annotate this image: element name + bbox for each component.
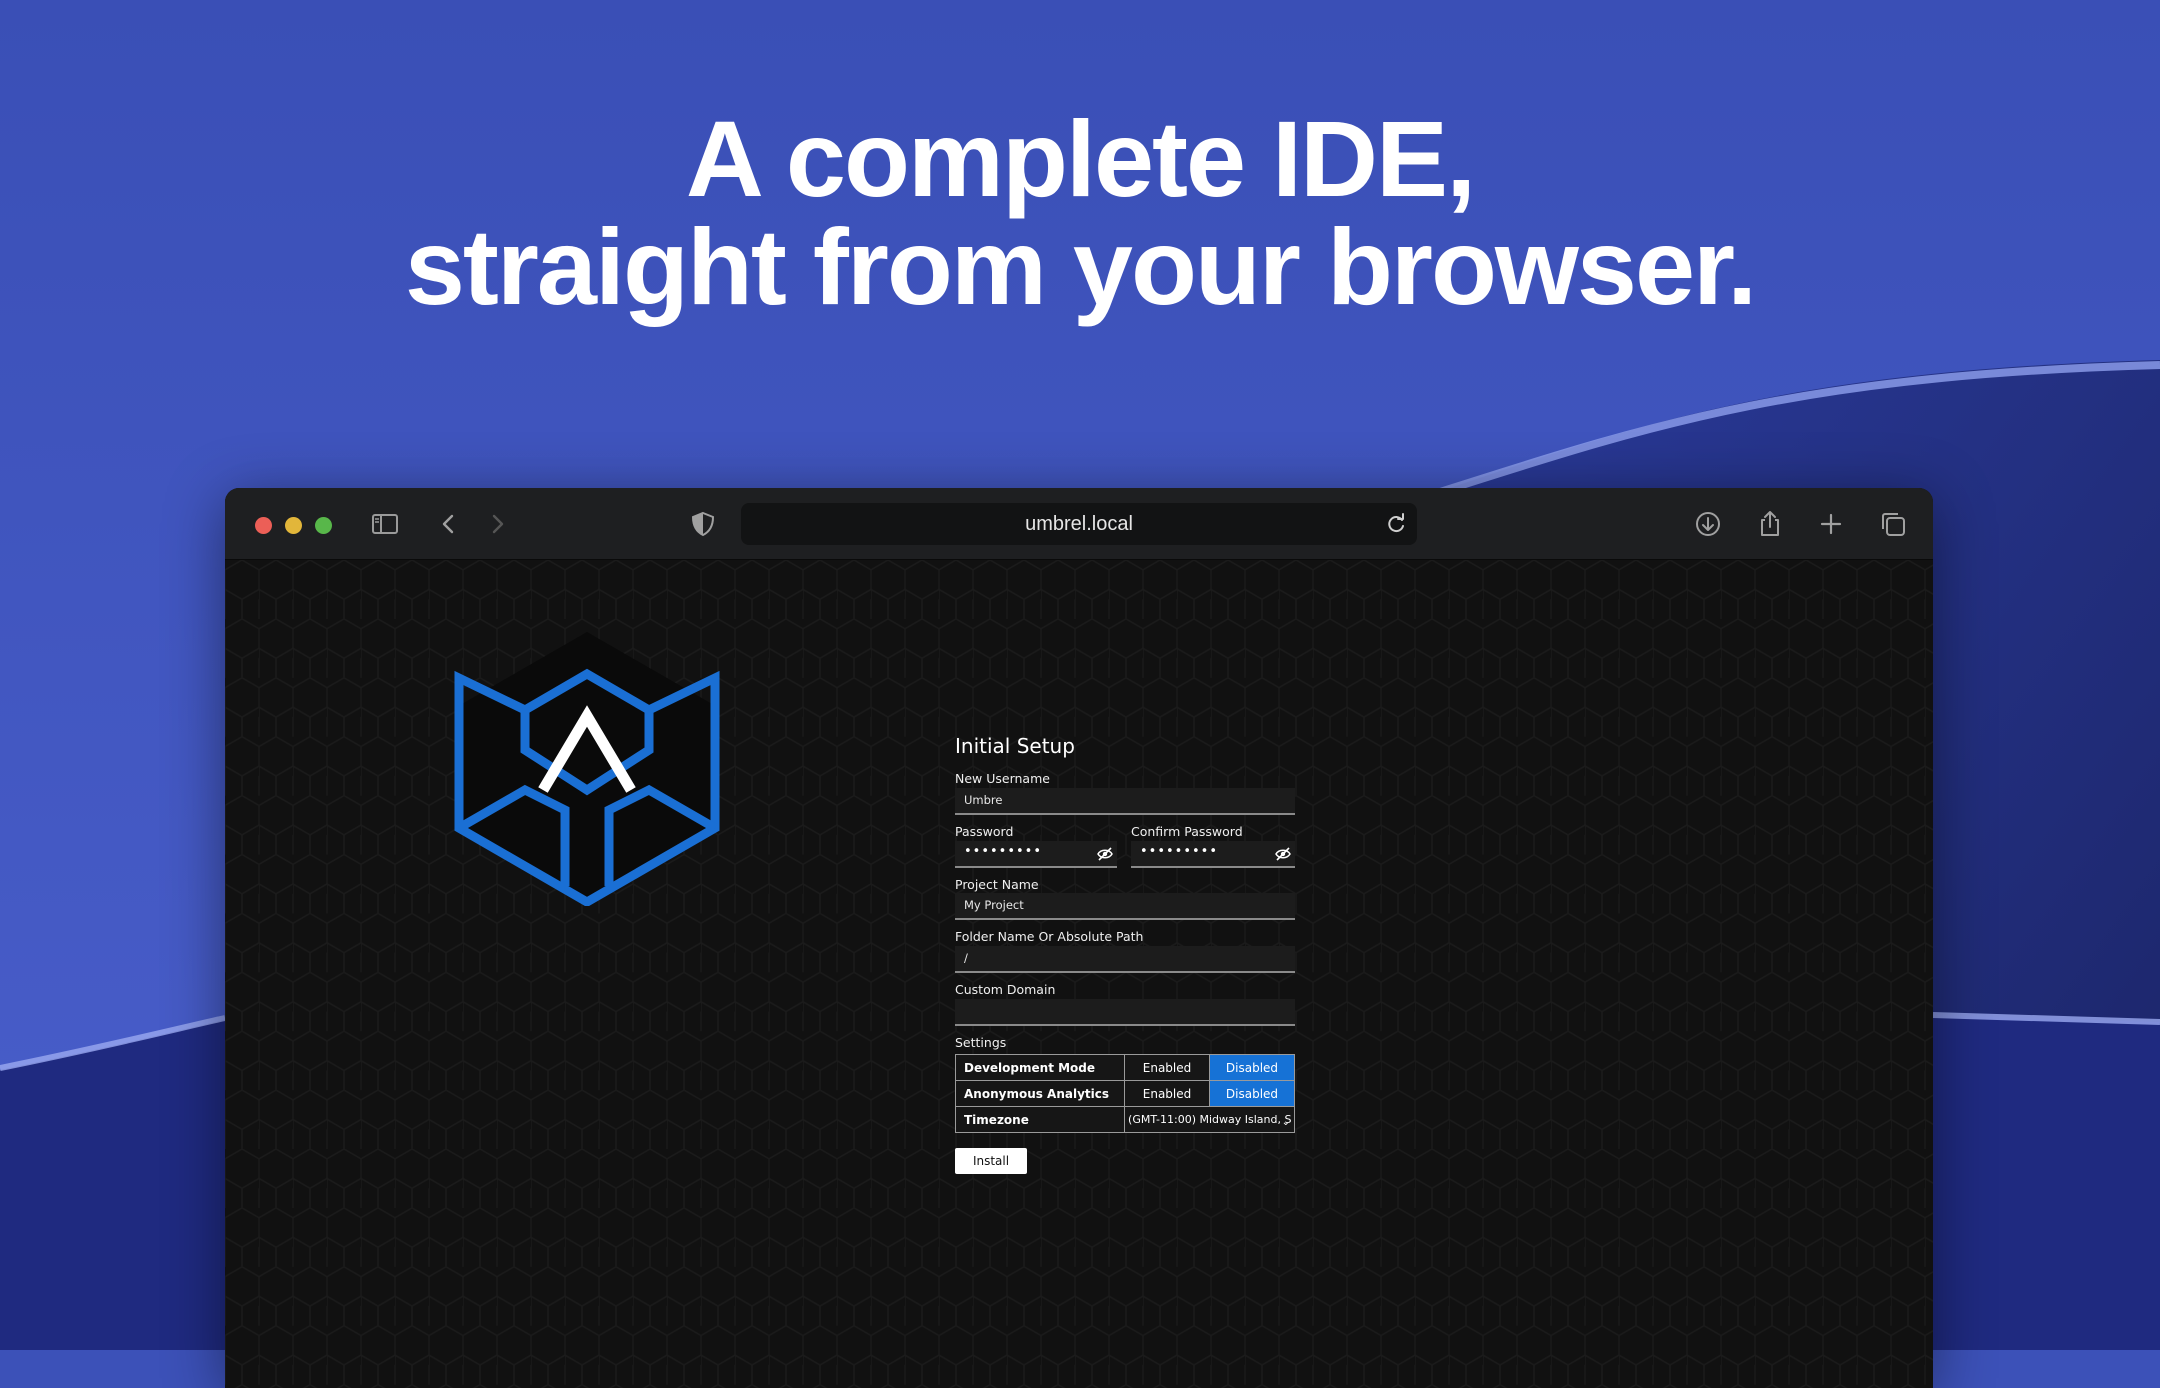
setting-row-timezone: Timezone (GMT-11:00) Midway Island, S ⌄ bbox=[954, 1106, 1295, 1133]
new-tab-icon[interactable] bbox=[1815, 508, 1847, 540]
browser-window: umbrel.local Initial Setup New Username … bbox=[225, 488, 1933, 1388]
app-logo bbox=[454, 632, 720, 906]
anonymous-analytics-enabled-button[interactable]: Enabled bbox=[1124, 1080, 1210, 1107]
chevron-down-icon: ⌄ bbox=[1281, 1117, 1290, 1126]
settings-table: Development Mode Enabled Disabled Anonym… bbox=[954, 1054, 1295, 1133]
folder-path-field[interactable]: / bbox=[955, 946, 1295, 973]
username-value: Umbre bbox=[964, 793, 1003, 807]
password-label: Password bbox=[955, 824, 1014, 839]
project-name-field[interactable]: My Project bbox=[955, 893, 1295, 920]
headline-line-1: A complete IDE, bbox=[685, 98, 1476, 219]
password-value: ••••••••• bbox=[964, 844, 1043, 859]
minimize-window-button[interactable] bbox=[285, 517, 302, 534]
setting-row-development-mode: Development Mode Enabled Disabled bbox=[954, 1054, 1295, 1081]
timezone-select[interactable]: (GMT-11:00) Midway Island, S ⌄ bbox=[1124, 1106, 1295, 1133]
hide-password-icon[interactable] bbox=[1097, 847, 1113, 861]
project-name-value: My Project bbox=[964, 898, 1024, 912]
download-icon[interactable] bbox=[1692, 508, 1724, 540]
share-icon[interactable] bbox=[1754, 508, 1786, 540]
page-content: Initial Setup New Username Umbre Passwor… bbox=[225, 560, 1933, 1388]
shield-icon[interactable] bbox=[687, 508, 719, 540]
install-button[interactable]: Install bbox=[955, 1148, 1027, 1174]
username-field[interactable]: Umbre bbox=[955, 788, 1295, 815]
setup-title: Initial Setup bbox=[955, 734, 1075, 758]
anonymous-analytics-disabled-button[interactable]: Disabled bbox=[1209, 1080, 1295, 1107]
settings-label: Settings bbox=[955, 1035, 1007, 1050]
confirm-password-label: Confirm Password bbox=[1131, 824, 1243, 839]
close-window-button[interactable] bbox=[255, 517, 272, 534]
folder-path-value: / bbox=[964, 951, 968, 965]
zoom-window-button[interactable] bbox=[315, 517, 332, 534]
tabs-overview-icon[interactable] bbox=[1877, 508, 1909, 540]
forward-icon[interactable] bbox=[481, 508, 513, 540]
timezone-label: Timezone bbox=[954, 1106, 1126, 1133]
development-mode-disabled-button[interactable]: Disabled bbox=[1209, 1054, 1295, 1081]
project-name-label: Project Name bbox=[955, 877, 1039, 892]
confirm-password-field[interactable]: ••••••••• bbox=[1131, 841, 1295, 868]
folder-path-label: Folder Name Or Absolute Path bbox=[955, 929, 1144, 944]
address-bar[interactable]: umbrel.local bbox=[741, 503, 1417, 545]
setting-row-anonymous-analytics: Anonymous Analytics Enabled Disabled bbox=[954, 1080, 1295, 1107]
custom-domain-label: Custom Domain bbox=[955, 982, 1056, 997]
username-label: New Username bbox=[955, 771, 1050, 786]
hide-confirm-password-icon[interactable] bbox=[1275, 847, 1291, 861]
custom-domain-field[interactable] bbox=[955, 999, 1295, 1026]
timezone-value: (GMT-11:00) Midway Island, S bbox=[1128, 1113, 1292, 1126]
development-mode-enabled-button[interactable]: Enabled bbox=[1124, 1054, 1210, 1081]
reload-icon[interactable] bbox=[1383, 511, 1409, 537]
password-field[interactable]: ••••••••• bbox=[955, 841, 1117, 868]
url-text: umbrel.local bbox=[1025, 513, 1133, 535]
development-mode-label: Development Mode bbox=[954, 1054, 1126, 1081]
anonymous-analytics-label: Anonymous Analytics bbox=[954, 1080, 1126, 1107]
headline: A complete IDE, straight from your brows… bbox=[0, 105, 2160, 321]
sidebar-icon[interactable] bbox=[369, 508, 401, 540]
browser-toolbar: umbrel.local bbox=[225, 488, 1933, 560]
headline-line-2: straight from your browser. bbox=[404, 206, 1757, 327]
back-icon[interactable] bbox=[433, 508, 465, 540]
confirm-password-value: ••••••••• bbox=[1140, 844, 1219, 859]
